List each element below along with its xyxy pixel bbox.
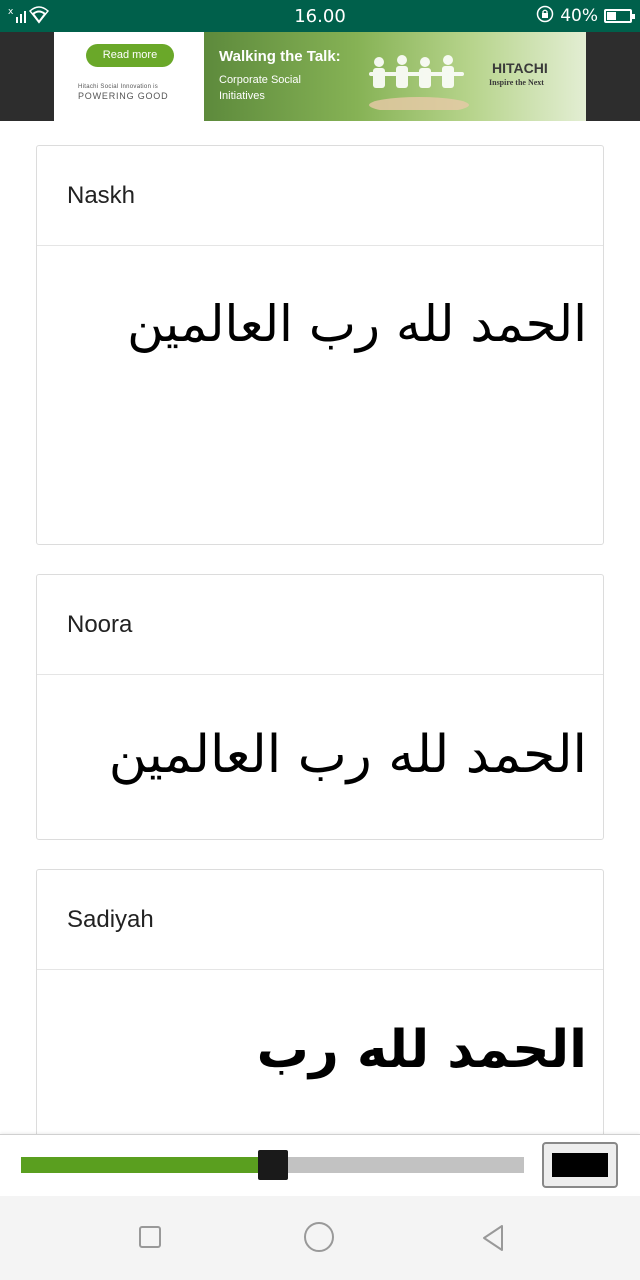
font-sample-text: الحمد لله رب العالمين: [108, 725, 587, 785]
rotation-lock-icon: [536, 5, 554, 28]
font-sample-text: الحمد لله رب العالمين: [127, 295, 587, 353]
ad-subline: Corporate Social Initiatives: [219, 74, 301, 102]
ad-tagline: Inspire the Next: [489, 78, 544, 87]
color-swatch: [552, 1153, 608, 1177]
ad-banner-container: Read more Hitachi Social Innovation is P…: [0, 32, 640, 121]
home-icon[interactable]: [304, 1222, 334, 1252]
ad-banner[interactable]: Read more Hitachi Social Innovation is P…: [54, 32, 586, 121]
font-card-noora: Noora الحمد لله رب العالمين: [36, 574, 604, 840]
ad-brand-slogan: POWERING GOOD: [78, 91, 169, 101]
font-card-naskh: Naskh الحمد لله رب العالمين: [36, 145, 604, 545]
back-icon[interactable]: [479, 1223, 507, 1257]
font-sample-naskh: الحمد لله رب العالمين: [37, 246, 603, 386]
battery-icon: [604, 9, 635, 23]
status-bar: x 16.00 40%: [0, 0, 640, 32]
font-sample-sadiyah: الحمد لله رب: [37, 970, 603, 1110]
ad-brand-line: Hitachi Social Innovation is: [78, 84, 159, 90]
font-card-title: Noora: [37, 575, 603, 675]
slider-thumb[interactable]: [257, 1150, 288, 1180]
paper-people-icon: [364, 50, 474, 114]
ad-read-more-button[interactable]: Read more: [86, 44, 174, 67]
font-size-slider[interactable]: [21, 1150, 524, 1180]
battery-percent: 40%: [560, 6, 598, 26]
ad-logo: HITACHI: [492, 60, 548, 76]
font-sample-noora: الحمد لله رب العالمين: [37, 675, 603, 815]
recent-apps-icon[interactable]: [139, 1226, 161, 1248]
font-size-toolbar: [0, 1134, 640, 1197]
navigation-bar: [0, 1196, 640, 1280]
font-sample-text: الحمد لله رب: [256, 1020, 587, 1080]
font-card-sadiyah: Sadiyah الحمد لله رب: [36, 869, 604, 1171]
font-card-title: Sadiyah: [37, 870, 603, 970]
color-picker-button[interactable]: [542, 1142, 618, 1188]
font-card-title: Naskh: [37, 146, 603, 246]
slider-fill: [21, 1157, 273, 1173]
ad-headline: Walking the Talk:: [219, 48, 341, 65]
